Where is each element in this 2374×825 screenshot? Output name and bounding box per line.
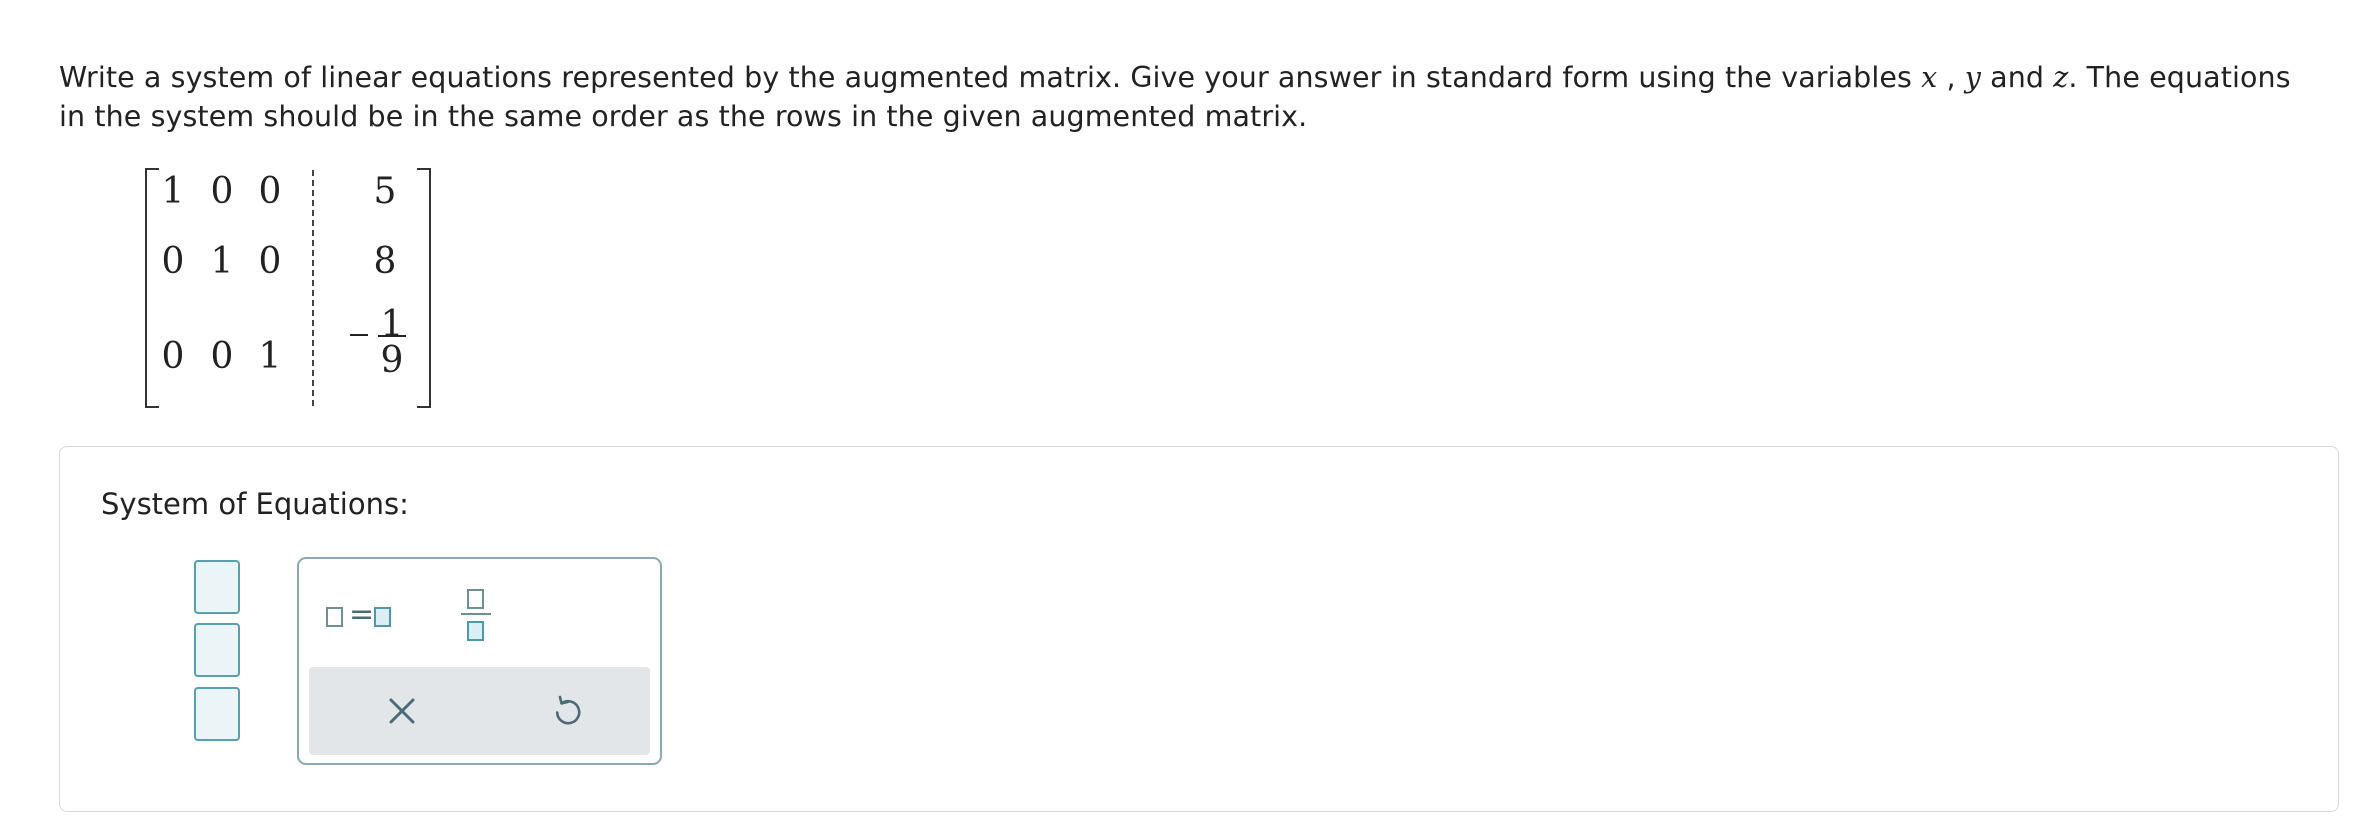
prompt-separator-2: and bbox=[1980, 61, 2054, 94]
matrix-cell-r3c1: 0 bbox=[161, 336, 185, 377]
right-box-icon bbox=[374, 607, 391, 627]
question-prompt: Write a system of linear equations repre… bbox=[59, 58, 2309, 136]
augmented-matrix: 1 0 0 5 0 1 0 8 0 0 1 1 9 bbox=[140, 160, 440, 410]
matrix-cell-r1c4: 5 bbox=[373, 171, 397, 212]
prompt-separator-1: , bbox=[1937, 61, 1965, 94]
variable-x: x bbox=[1921, 61, 1938, 94]
matrix-cell-r1c3: 0 bbox=[258, 171, 282, 212]
denominator-box-icon bbox=[467, 621, 484, 641]
matrix-cell-r2c1: 0 bbox=[161, 241, 185, 282]
left-box-icon bbox=[326, 607, 343, 627]
equation-input-2[interactable] bbox=[194, 623, 240, 677]
negative-sign bbox=[350, 334, 368, 336]
fraction-numerator: 1 bbox=[380, 304, 404, 345]
matrix-cell-r3c2: 0 bbox=[210, 336, 234, 377]
matrix-cell-r1c2: 0 bbox=[210, 171, 234, 212]
fraction-bar-icon bbox=[461, 613, 491, 615]
clear-button[interactable] bbox=[382, 691, 422, 731]
fraction-template-button[interactable] bbox=[457, 579, 507, 649]
fraction-bar bbox=[378, 335, 406, 337]
math-palette: = bbox=[297, 557, 662, 765]
close-icon bbox=[389, 698, 415, 724]
matrix-cell-r3c4: 1 9 bbox=[350, 305, 420, 405]
undo-icon bbox=[555, 695, 581, 725]
equation-input-1[interactable] bbox=[194, 560, 240, 614]
equation-template-button[interactable]: = bbox=[324, 597, 402, 645]
matrix-cell-r2c4: 8 bbox=[373, 241, 397, 282]
palette-actions bbox=[309, 667, 650, 755]
matrix-cell-r3c3: 1 bbox=[258, 336, 282, 377]
augment-divider bbox=[312, 170, 314, 406]
variable-y: y bbox=[1964, 61, 1981, 94]
matrix-cell-r2c3: 0 bbox=[258, 241, 282, 282]
matrix-cell-r2c2: 1 bbox=[210, 241, 234, 282]
prompt-text-start: Write a system of linear equations repre… bbox=[59, 61, 1922, 94]
equals-sign-icon: = bbox=[349, 597, 375, 632]
answer-panel: System of Equations: = bbox=[59, 446, 2339, 812]
answer-panel-title: System of Equations: bbox=[101, 487, 409, 521]
undo-button[interactable] bbox=[548, 691, 588, 731]
equation-input-3[interactable] bbox=[194, 687, 240, 741]
variable-z: z bbox=[2053, 61, 2069, 94]
matrix-cell-r1c1: 1 bbox=[161, 171, 185, 212]
numerator-box-icon bbox=[467, 589, 484, 609]
fraction-denominator: 9 bbox=[380, 340, 404, 381]
